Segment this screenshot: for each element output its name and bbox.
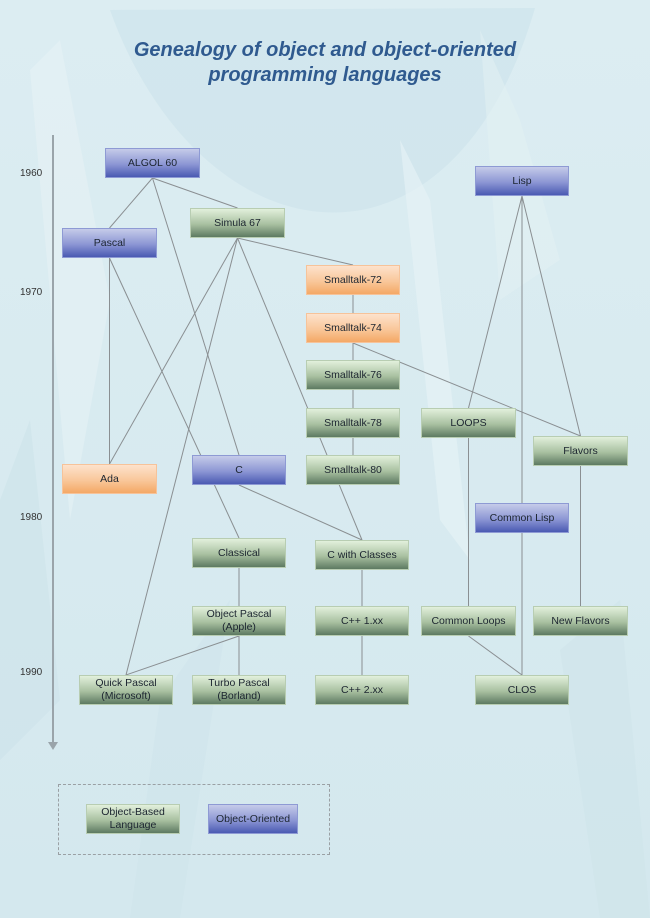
node-label: Pascal: [93, 236, 126, 249]
node-turbopascal[interactable]: Turbo Pascal (Borland): [192, 675, 286, 705]
node-label: Smalltalk-80: [324, 463, 382, 476]
edge-lisp-to-loops: [468, 195, 523, 409]
node-newflavors[interactable]: New Flavors: [533, 606, 628, 636]
node-pascal[interactable]: Pascal: [62, 228, 157, 258]
node-cpp2[interactable]: C++ 2.xx: [315, 675, 409, 705]
edge-lisp-to-flavors: [521, 195, 581, 437]
node-label: Quick Pascal (Microsoft): [95, 677, 157, 702]
edge-pascal-to-classical: [109, 257, 240, 539]
node-label: Smalltalk-72: [324, 273, 382, 286]
node-label: Flavors: [563, 444, 598, 457]
node-simula67[interactable]: Simula 67: [190, 208, 285, 238]
node-label: Lisp: [512, 174, 532, 187]
node-label: Smalltalk-78: [324, 416, 382, 429]
node-lisp[interactable]: Lisp: [475, 166, 569, 196]
node-algol60[interactable]: ALGOL 60: [105, 148, 200, 178]
node-clos[interactable]: CLOS: [475, 675, 569, 705]
legend-object-oriented-label: Object-Oriented: [215, 812, 291, 825]
node-label: CLOS: [507, 683, 537, 696]
legend-object-oriented: Object-Oriented: [208, 804, 298, 834]
node-loops[interactable]: LOOPS: [421, 408, 516, 438]
legend-object-based: Object-Based Language: [86, 804, 180, 834]
node-smalltalk72[interactable]: Smalltalk-72: [306, 265, 400, 295]
node-ada[interactable]: Ada: [62, 464, 157, 494]
node-smalltalk76[interactable]: Smalltalk-76: [306, 360, 400, 390]
node-cpp1[interactable]: C++ 1.xx: [315, 606, 409, 636]
node-label: Common Lisp: [489, 511, 555, 524]
node-label: LOOPS: [450, 416, 487, 429]
node-label: Turbo Pascal (Borland): [208, 677, 270, 702]
node-label: ALGOL 60: [127, 156, 178, 169]
node-classical[interactable]: Classical: [192, 538, 286, 568]
node-label: C with Classes: [327, 548, 397, 561]
node-commonloops[interactable]: Common Loops: [421, 606, 516, 636]
edge-commonloops-to-clos: [468, 635, 523, 676]
legend-object-based-label: Object-Based Language: [101, 806, 165, 831]
node-label: C++ 2.xx: [340, 683, 384, 696]
node-label: New Flavors: [551, 614, 610, 627]
node-quickpascal[interactable]: Quick Pascal (Microsoft): [79, 675, 173, 705]
node-smalltalk78[interactable]: Smalltalk-78: [306, 408, 400, 438]
node-label: Smalltalk-74: [324, 321, 382, 334]
node-label: Object Pascal (Apple): [206, 608, 272, 633]
node-label: Smalltalk-76: [324, 368, 382, 381]
node-objectpascal[interactable]: Object Pascal (Apple): [192, 606, 286, 636]
node-label: Ada: [100, 472, 119, 485]
node-flavors[interactable]: Flavors: [533, 436, 628, 466]
node-label: Simula 67: [214, 216, 261, 229]
node-label: C++ 1.xx: [340, 614, 384, 627]
node-smalltalk74[interactable]: Smalltalk-74: [306, 313, 400, 343]
edge-algol60-to-simula67: [152, 177, 238, 209]
node-smalltalk80[interactable]: Smalltalk-80: [306, 455, 400, 485]
edge-objectpascal-to-quickpascal: [125, 635, 240, 676]
node-commonlisp[interactable]: Common Lisp: [475, 503, 569, 533]
node-cwithclasses[interactable]: C with Classes: [315, 540, 409, 570]
edge-simula67-to-ada: [109, 237, 238, 465]
edge-algol60-to-pascal: [109, 177, 153, 229]
edge-c-to-cwithclasses: [238, 484, 363, 541]
node-label: Classical: [217, 546, 260, 559]
node-c[interactable]: C: [192, 455, 286, 485]
edge-simula67-to-smalltalk72: [237, 237, 354, 266]
node-label: C: [235, 463, 243, 476]
node-label: Common Loops: [431, 614, 506, 627]
